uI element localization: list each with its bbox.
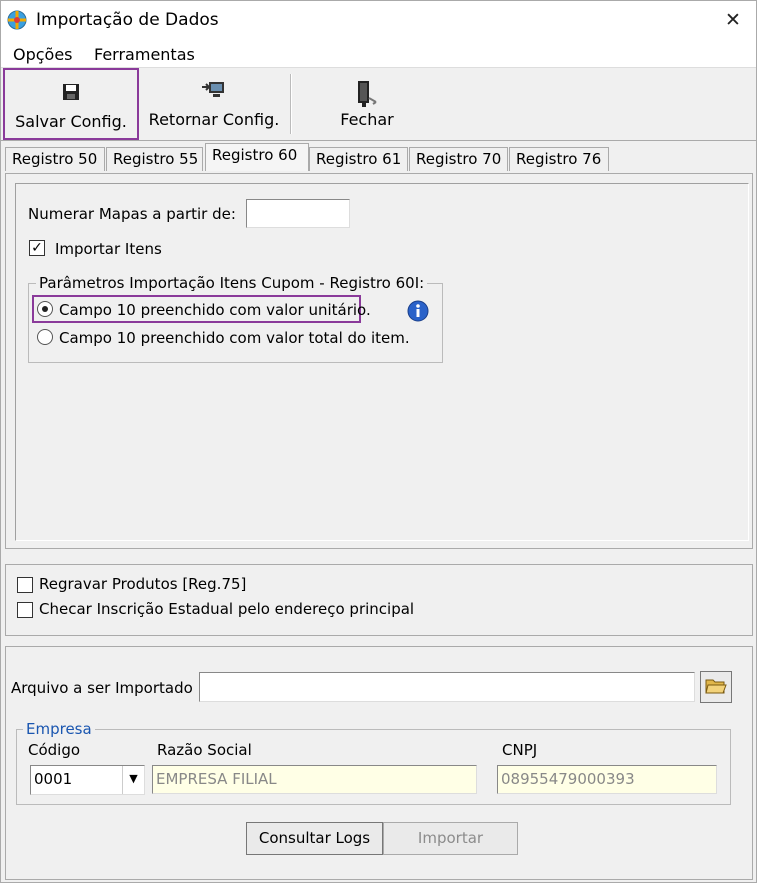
radio-valor-total[interactable] [37, 329, 53, 345]
numerar-mapas-label: Numerar Mapas a partir de: [28, 205, 236, 223]
chevron-down-icon[interactable]: ▼ [122, 766, 144, 794]
tab-registro-61[interactable]: Registro 61 [309, 147, 408, 171]
cnpj-field: 08955479000393 [497, 765, 717, 794]
browse-file-button[interactable] [700, 671, 732, 703]
tab-registro-50[interactable]: Registro 50 [5, 147, 105, 171]
restore-config-button[interactable]: Retornar Config. [143, 68, 285, 140]
toolbar-separator [290, 74, 292, 134]
importar-itens-checkbox[interactable]: ✓ [29, 240, 45, 256]
restore-config-label: Retornar Config. [148, 110, 280, 129]
razao-social-label: Razão Social [157, 741, 252, 759]
radio-valor-unitario[interactable] [37, 301, 53, 317]
radio-valor-total-label: Campo 10 preenchido com valor total do i… [59, 329, 410, 347]
tab-registro-60[interactable]: Registro 60 [205, 143, 309, 171]
toolbar: Salvar Config. Retornar Config. Fechar [1, 67, 756, 141]
codigo-label: Código [28, 741, 81, 759]
arquivo-label: Arquivo a ser Importado [11, 679, 193, 697]
regravar-produtos-label: Regravar Produtos [Reg.75] [39, 575, 247, 593]
app-window: Importação de Dados ✕ Opções Ferramentas… [0, 0, 757, 883]
empresa-legend: Empresa [23, 720, 95, 738]
radio-valor-unitario-label: Campo 10 preenchido com valor unitário. [59, 301, 371, 319]
arquivo-input[interactable] [199, 672, 695, 702]
info-icon[interactable] [407, 300, 429, 322]
tab-strip: Registro 50 Registro 55 Registro 60 Regi… [1, 143, 756, 173]
save-config-button[interactable]: Salvar Config. [3, 68, 139, 140]
importar-button[interactable]: Importar [383, 822, 518, 855]
tab-registro-70[interactable]: Registro 70 [409, 147, 508, 171]
window-title: Importação de Dados [36, 10, 219, 30]
floppy-disk-icon [63, 84, 79, 100]
menu-ferramentas[interactable]: Ferramentas [94, 45, 195, 64]
menu-bar: Opções Ferramentas [1, 39, 756, 67]
close-label: Fechar [340, 110, 394, 129]
globe-icon [7, 10, 27, 30]
save-config-label: Salvar Config. [15, 112, 127, 131]
computer-import-icon [202, 82, 224, 97]
import-box: Arquivo a ser Importado Empresa Código R… [5, 646, 753, 880]
cnpj-label: CNPJ [502, 741, 538, 759]
parametros-legend: Parâmetros Importação Itens Cupom - Regi… [36, 274, 428, 292]
options-box: Regravar Produtos [Reg.75] Checar Inscri… [5, 564, 753, 636]
consultar-logs-button[interactable]: Consultar Logs [246, 822, 383, 855]
codigo-select[interactable]: 0001 ▼ [30, 765, 145, 795]
numerar-mapas-input[interactable] [246, 199, 350, 228]
open-folder-icon [705, 679, 727, 694]
checar-ie-checkbox[interactable] [17, 602, 33, 618]
close-button[interactable]: Fechar [301, 68, 433, 140]
tab-panel-registro-60: Numerar Mapas a partir de: ✓ Importar It… [5, 173, 753, 549]
regravar-produtos-checkbox[interactable] [17, 577, 33, 593]
checar-ie-label: Checar Inscrição Estadual pelo endereço … [39, 600, 415, 618]
tab-registro-55[interactable]: Registro 55 [106, 147, 203, 171]
exit-door-icon [358, 81, 377, 107]
importar-itens-label: Importar Itens [55, 240, 162, 258]
menu-opcoes[interactable]: Opções [13, 45, 73, 64]
radio-selected-dot [42, 306, 48, 312]
codigo-select-value: 0001 [34, 770, 73, 788]
tab-registro-76[interactable]: Registro 76 [509, 147, 609, 171]
checkmark-icon: ✓ [31, 240, 43, 256]
title-bar: Importação de Dados ✕ [1, 1, 756, 39]
close-window-button[interactable]: ✕ [713, 5, 753, 35]
razao-social-field: EMPRESA FILIAL [152, 765, 477, 794]
